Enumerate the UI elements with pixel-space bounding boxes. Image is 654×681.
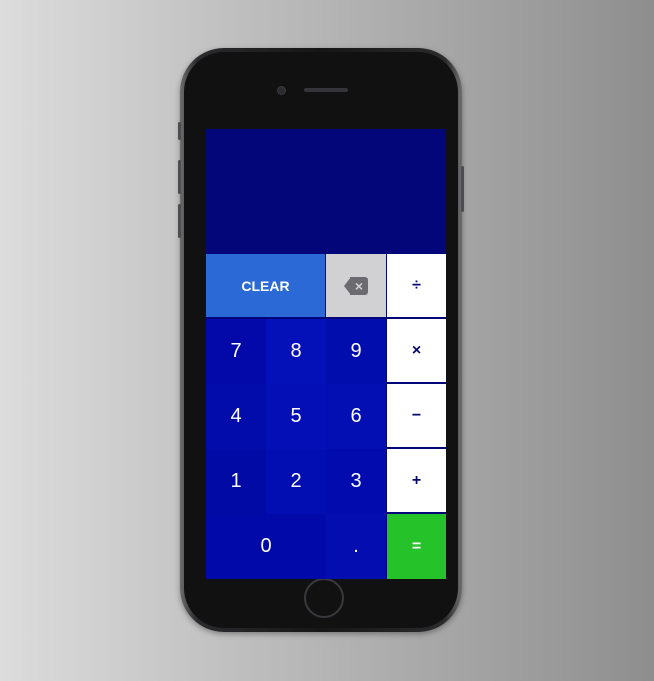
- earpiece-speaker: [304, 88, 348, 92]
- volume-down-button: [178, 204, 181, 238]
- add-button[interactable]: +: [387, 449, 446, 514]
- digit-8-button[interactable]: 8: [266, 319, 326, 384]
- digit-1-button[interactable]: 1: [206, 449, 266, 514]
- clear-button[interactable]: CLEAR: [206, 254, 325, 317]
- digit-2-button[interactable]: 2: [266, 449, 326, 514]
- backspace-button[interactable]: ×: [326, 254, 386, 317]
- calculator-screen: CLEAR × ÷ 7 8 9 × 4 5 6 − 1 2 3 + 0 . =: [206, 129, 446, 579]
- decimal-button[interactable]: .: [326, 514, 386, 579]
- equals-button[interactable]: =: [387, 514, 446, 579]
- digit-3-button[interactable]: 3: [326, 449, 386, 514]
- mute-switch: [178, 122, 181, 140]
- subtract-button[interactable]: −: [387, 384, 446, 449]
- front-camera: [277, 86, 286, 95]
- digit-4-button[interactable]: 4: [206, 384, 266, 449]
- backspace-icon: ×: [344, 276, 368, 295]
- digit-7-button[interactable]: 7: [206, 319, 266, 384]
- phone-frame: CLEAR × ÷ 7 8 9 × 4 5 6 − 1 2 3 + 0 . =: [178, 48, 464, 632]
- divide-button[interactable]: ÷: [387, 254, 446, 319]
- digit-0-button[interactable]: 0: [206, 514, 326, 579]
- multiply-button[interactable]: ×: [387, 319, 446, 384]
- digit-6-button[interactable]: 6: [326, 384, 386, 449]
- volume-up-button: [178, 160, 181, 194]
- digit-9-button[interactable]: 9: [326, 319, 386, 384]
- power-button: [461, 166, 464, 212]
- digit-5-button[interactable]: 5: [266, 384, 326, 449]
- calculator-display: [206, 129, 446, 254]
- phone-face: CLEAR × ÷ 7 8 9 × 4 5 6 − 1 2 3 + 0 . =: [184, 52, 458, 628]
- home-button[interactable]: [304, 578, 344, 618]
